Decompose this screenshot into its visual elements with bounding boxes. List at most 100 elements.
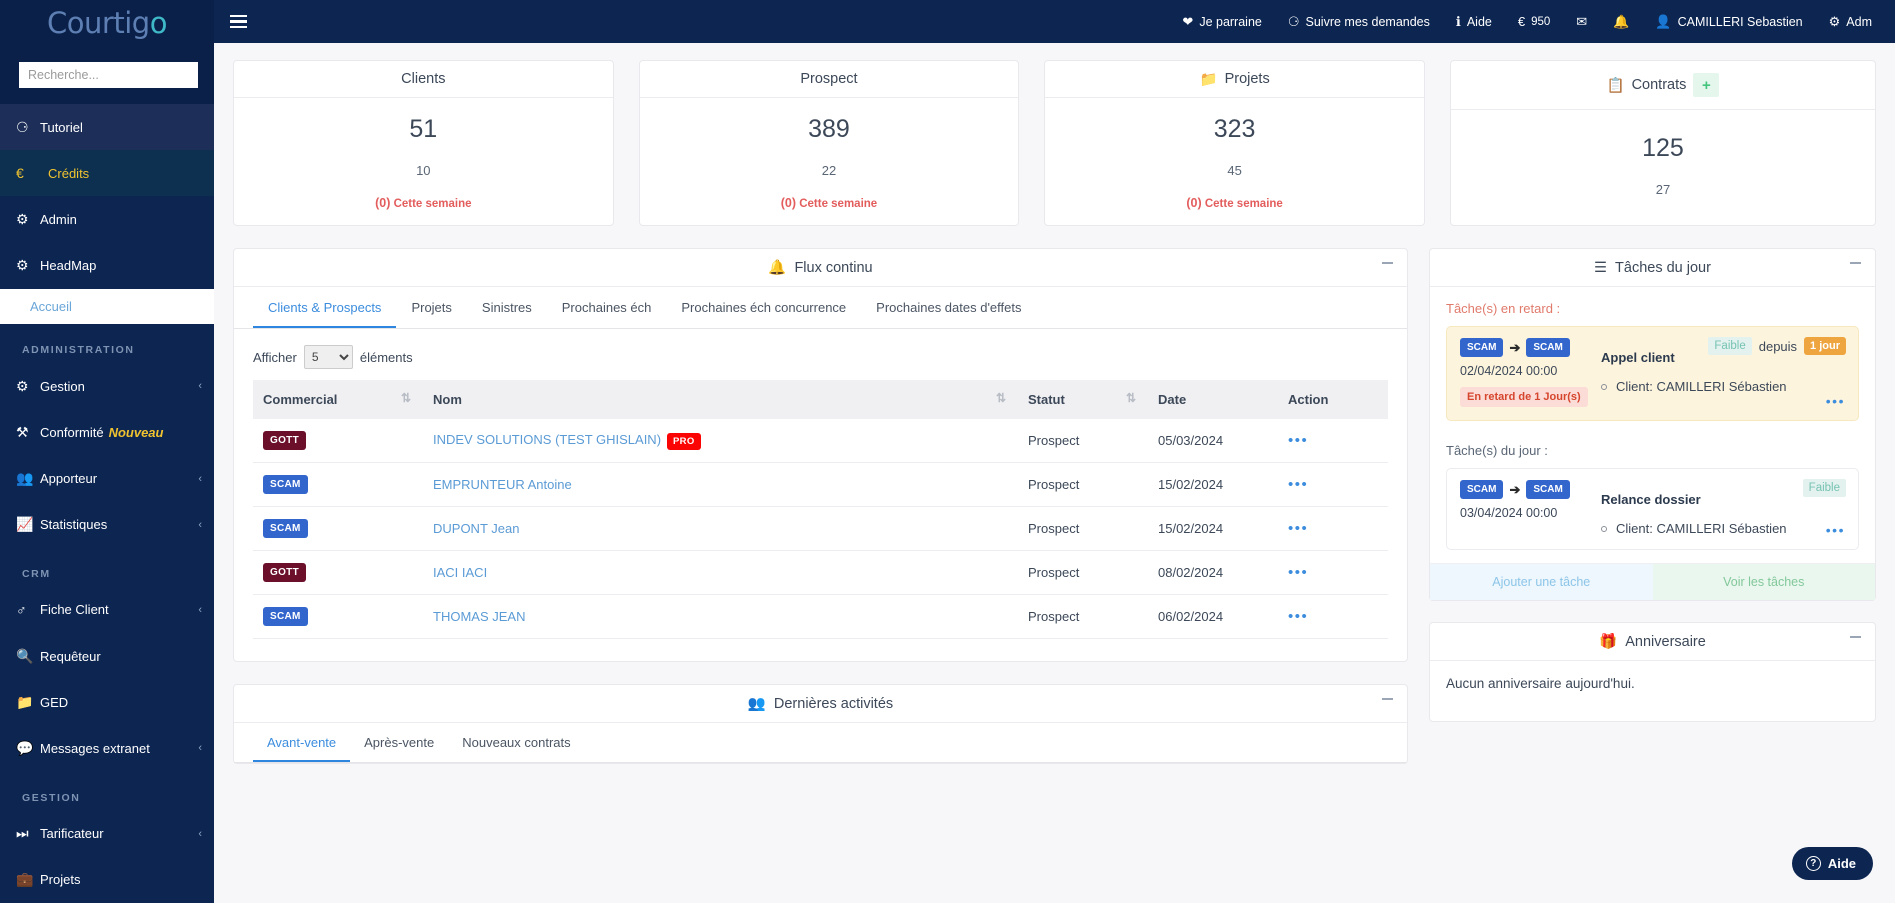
lower-left: 🔔 Flux continu Clients & Prospects Proje… <box>233 248 1408 764</box>
sidebar-item-fiche-client[interactable]: ♂ Fiche Client ‹ <box>0 587 214 633</box>
add-task-button[interactable]: Ajouter une tâche <box>1430 564 1653 600</box>
col-nom[interactable]: Nom ⇅ <box>423 380 1018 419</box>
lifebuoy-icon: ⚆ <box>16 118 29 135</box>
client-link[interactable]: THOMAS JEAN <box>433 609 525 624</box>
row-menu-icon[interactable]: ••• <box>1288 608 1308 625</box>
table-row[interactable]: SCAM DUPONT Jean Prospect 15/02/2024 ••• <box>253 506 1388 551</box>
help-fab-button[interactable]: ? Aide <box>1791 847 1873 880</box>
table-row[interactable]: SCAM EMPRUNTEUR Antoine Prospect 15/02/2… <box>253 462 1388 507</box>
topbar-admin-label: Adm <box>1846 14 1872 29</box>
cell-action: ••• <box>1278 419 1388 463</box>
brand-logo[interactable]: Courtigo <box>0 0 214 50</box>
row-menu-icon[interactable]: ••• <box>1288 476 1308 493</box>
search-input[interactable] <box>19 62 198 89</box>
task-depuis-label: depuis <box>1758 338 1798 354</box>
row-menu-icon[interactable]: ••• <box>1288 520 1308 537</box>
client-link[interactable]: EMPRUNTEUR Antoine <box>433 477 572 492</box>
topbar-suivre-demandes[interactable]: ⚆ Suivre mes demandes <box>1275 14 1443 30</box>
bell-icon: 🔔 <box>1613 13 1630 29</box>
task-card-today[interactable]: SCAM ➔ SCAM 03/04/2024 00:00 Relance dos… <box>1446 468 1859 550</box>
collapse-icon[interactable] <box>1850 636 1861 638</box>
col-date[interactable]: Date <box>1148 380 1278 419</box>
sidebar-item-admin[interactable]: ⚙ Admin <box>0 196 214 242</box>
task-left: SCAM ➔ SCAM 02/04/2024 00:00 En retard d… <box>1460 338 1595 407</box>
sidebar-item-label: GED <box>40 694 69 710</box>
tab-apres-vente[interactable]: Après-vente <box>350 723 448 762</box>
afficher-bar: Afficher 5102550100 éléments <box>234 329 1407 380</box>
task-chip-from: SCAM <box>1460 480 1504 499</box>
sidebar-item-gestion[interactable]: ⚙ Gestion ‹ <box>0 363 214 409</box>
sidebar-item-requeteur[interactable]: 🔍 Requêteur <box>0 633 214 679</box>
task-menu-icon[interactable]: ••• <box>1826 522 1845 538</box>
stat-week: (0) Cette semaine <box>640 196 1019 210</box>
view-tasks-button[interactable]: Voir les tâches <box>1652 564 1875 600</box>
stat-card-contrats[interactable]: 📋 Contrats + 125 27 <box>1449 60 1876 226</box>
client-link[interactable]: DUPONT Jean <box>433 521 519 536</box>
flux-panel-title: Flux continu <box>794 259 873 276</box>
collapse-icon[interactable] <box>1850 262 1861 264</box>
collapse-icon[interactable] <box>1382 698 1393 700</box>
tab-prochaines-dates-effets[interactable]: Prochaines dates d'effets <box>861 287 1036 328</box>
table-row[interactable]: SCAM THOMAS JEAN Prospect 06/02/2024 ••• <box>253 594 1388 639</box>
topbar-je-parraine[interactable]: ❤ Je parraine <box>1169 14 1274 30</box>
client-link[interactable]: INDEV SOLUTIONS (TEST GHISLAIN) <box>433 432 661 447</box>
row-menu-icon[interactable]: ••• <box>1288 432 1308 449</box>
stat-card-clients[interactable]: Clients 51 10 (0) Cette semaine <box>233 60 614 226</box>
topbar-user[interactable]: 👤 CAMILLERI Sebastien <box>1642 14 1815 30</box>
client-link[interactable]: IACI IACI <box>433 565 487 580</box>
col-commercial[interactable]: Commercial ⇅ <box>253 380 423 419</box>
table-row[interactable]: GOTT INDEV SOLUTIONS (TEST GHISLAIN) PRO … <box>253 419 1388 463</box>
collapse-icon[interactable] <box>1382 262 1393 264</box>
tab-avant-vente[interactable]: Avant-vente <box>253 723 351 762</box>
brand-text: Courtigo <box>47 6 167 40</box>
add-contract-button[interactable]: + <box>1693 73 1720 97</box>
cell-date: 05/03/2024 <box>1148 419 1278 463</box>
cogs-icon: ⚙ <box>1828 13 1841 29</box>
sidebar-item-tarificateur[interactable]: ⏭ Tarificateur ‹ <box>0 811 214 857</box>
taches-panel: ☰ Tâches du jour Tâche(s) en retard : SC… <box>1429 248 1876 601</box>
hammer-icon: ⚒ <box>16 423 29 440</box>
topbar-notifications[interactable]: 🔔 <box>1600 14 1642 30</box>
taches-du-jour-label: Tâche(s) du jour : <box>1446 443 1548 458</box>
sidebar-item-apporteur[interactable]: 👥 Apporteur ‹ <box>0 456 214 502</box>
sidebar-item-projets[interactable]: 💼 Projets <box>0 857 214 903</box>
cell-commercial: GOTT <box>253 550 423 595</box>
list-icon: ☰ <box>1594 259 1608 276</box>
tab-projets[interactable]: Projets <box>396 287 466 328</box>
hamburger-icon[interactable] <box>230 14 247 29</box>
table-row[interactable]: GOTT IACI IACI Prospect 08/02/2024 ••• <box>253 550 1388 595</box>
sidebar-item-messages-extranet[interactable]: 💬 Messages extranet ‹ <box>0 725 214 771</box>
stat-card-prospect[interactable]: Prospect 389 22 (0) Cette semaine <box>638 60 1020 226</box>
topbar-aide[interactable]: ℹ Aide <box>1443 14 1505 30</box>
topbar-user-name: CAMILLERI Sebastien <box>1677 14 1803 29</box>
tab-nouveaux-contrats[interactable]: Nouveaux contrats <box>448 723 584 762</box>
topbar-messages[interactable]: ✉ <box>1563 14 1600 30</box>
task-card-late[interactable]: SCAM ➔ SCAM 02/04/2024 00:00 En retard d… <box>1446 326 1859 421</box>
col-action: Action <box>1278 380 1388 419</box>
cell-date: 15/02/2024 <box>1148 506 1278 551</box>
topbar-admin[interactable]: ⚙ Adm <box>1816 14 1885 30</box>
tab-clients-prospects[interactable]: Clients & Prospects <box>253 287 397 328</box>
topbar-link-label: Suivre mes demandes <box>1305 14 1430 29</box>
sidebar-item-credits[interactable]: € Crédits <box>0 150 214 197</box>
stat-card-projets[interactable]: 📁 Projets 323 45 (0) Cette semaine <box>1044 60 1425 226</box>
sidebar-item-conformite[interactable]: ⚒ Conformité Nouveau <box>0 409 214 455</box>
sidebar-item-accueil[interactable]: Accueil <box>0 288 214 325</box>
tab-prochaines-ech-concurrence[interactable]: Prochaines éch concurrence <box>666 287 861 328</box>
sidebar-item-statistiques[interactable]: 📈 Statistiques ‹ <box>0 502 214 548</box>
row-menu-icon[interactable]: ••• <box>1288 564 1308 581</box>
sidebar-item-tutoriel[interactable]: ⚆ Tutoriel <box>0 104 214 151</box>
page-size-select[interactable]: 5102550100 <box>303 345 353 369</box>
task-menu-icon[interactable]: ••• <box>1826 393 1845 409</box>
tab-prochaines-ech[interactable]: Prochaines éch <box>547 287 667 328</box>
tab-sinistres[interactable]: Sinistres <box>467 287 547 328</box>
briefcase-icon: 💼 <box>16 871 34 888</box>
topbar-credits[interactable]: € 950 <box>1505 14 1563 29</box>
cell-action: ••• <box>1278 594 1388 639</box>
col-statut[interactable]: Statut ⇅ <box>1018 380 1148 419</box>
stat-week: (0) Cette semaine <box>234 196 613 210</box>
sidebar-item-ged[interactable]: 📁 GED <box>0 679 214 725</box>
folder-icon: 📁 <box>16 693 34 710</box>
stat-card-body: 51 10 (0) Cette semaine <box>234 98 613 225</box>
sidebar-item-headmap[interactable]: ⚙ HeadMap <box>0 243 214 289</box>
